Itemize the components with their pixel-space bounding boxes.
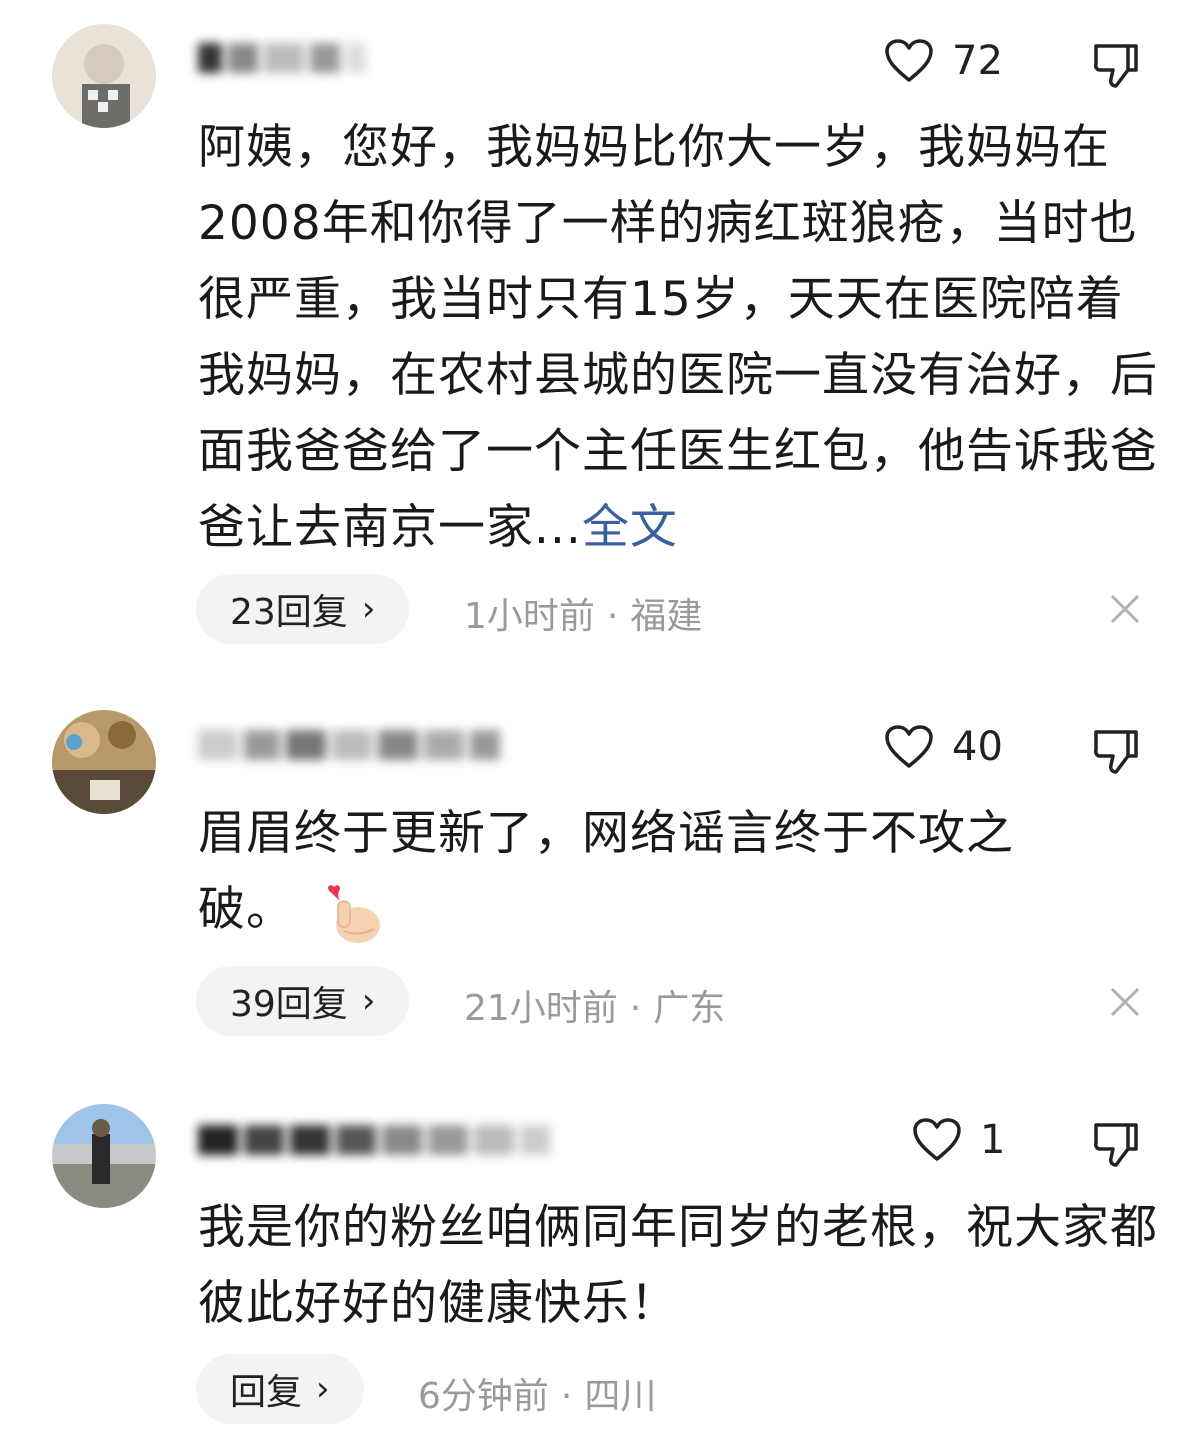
- user-avatar[interactable]: [52, 1104, 156, 1208]
- thumbs-down-icon[interactable]: [1090, 1119, 1142, 1171]
- full-text-link[interactable]: 全文: [582, 500, 678, 555]
- heart-icon: [885, 39, 933, 82]
- chevron-right-icon: ›: [361, 589, 376, 629]
- username-blurred[interactable]: [198, 727, 500, 763]
- like-button[interactable]: 72: [884, 38, 1003, 84]
- close-icon[interactable]: [1108, 592, 1142, 626]
- like-count: 72: [952, 38, 1003, 84]
- comment-location: 广东: [653, 988, 726, 1029]
- comment-text: 眉眉终于更新了，网络谣言终于不攻之破。: [198, 796, 1098, 948]
- user-avatar[interactable]: [52, 710, 156, 814]
- comment-time: 1小时前: [464, 596, 595, 637]
- close-icon[interactable]: [1108, 985, 1142, 1019]
- comment-text: 阿姨，您好，我妈妈比你大一岁，我妈妈在2008年和你得了一样的病红斑狼疮，当时也…: [198, 120, 1158, 555]
- heart-icon: [913, 1118, 961, 1161]
- comment-location: 四川: [584, 1376, 657, 1417]
- chevron-right-icon: ›: [361, 981, 376, 1021]
- replies-button[interactable]: 23回复 ›: [196, 574, 410, 644]
- comment-time: 6分钟前: [418, 1376, 549, 1417]
- comment-time: 21小时前: [464, 988, 618, 1029]
- user-avatar[interactable]: [52, 24, 156, 128]
- comment-location: 福建: [630, 596, 703, 637]
- heart-icon: [885, 725, 933, 768]
- replies-button[interactable]: 39回复 ›: [196, 966, 410, 1036]
- like-button[interactable]: 1: [912, 1117, 1005, 1163]
- heart-hands-emoji: [328, 884, 380, 943]
- comment-text: 我是你的粉丝咱俩同年同岁的老根，祝大家都彼此好好的健康快乐！: [198, 1200, 1158, 1331]
- comment-meta: 6分钟前 · 四川: [418, 1376, 657, 1417]
- like-count: 40: [952, 724, 1003, 770]
- like-button[interactable]: 40: [884, 724, 1003, 770]
- username-blurred[interactable]: [198, 40, 366, 76]
- chevron-right-icon: ›: [316, 1369, 330, 1409]
- username-blurred[interactable]: [198, 1122, 550, 1158]
- comment-meta: 1小时前 · 福建: [464, 596, 703, 637]
- thumbs-down-icon[interactable]: [1090, 40, 1142, 92]
- replies-button[interactable]: 回复 ›: [196, 1354, 364, 1424]
- like-count: 1: [980, 1117, 1006, 1163]
- thumbs-down-icon[interactable]: [1090, 726, 1142, 778]
- comment-meta: 21小时前 · 广东: [464, 988, 726, 1029]
